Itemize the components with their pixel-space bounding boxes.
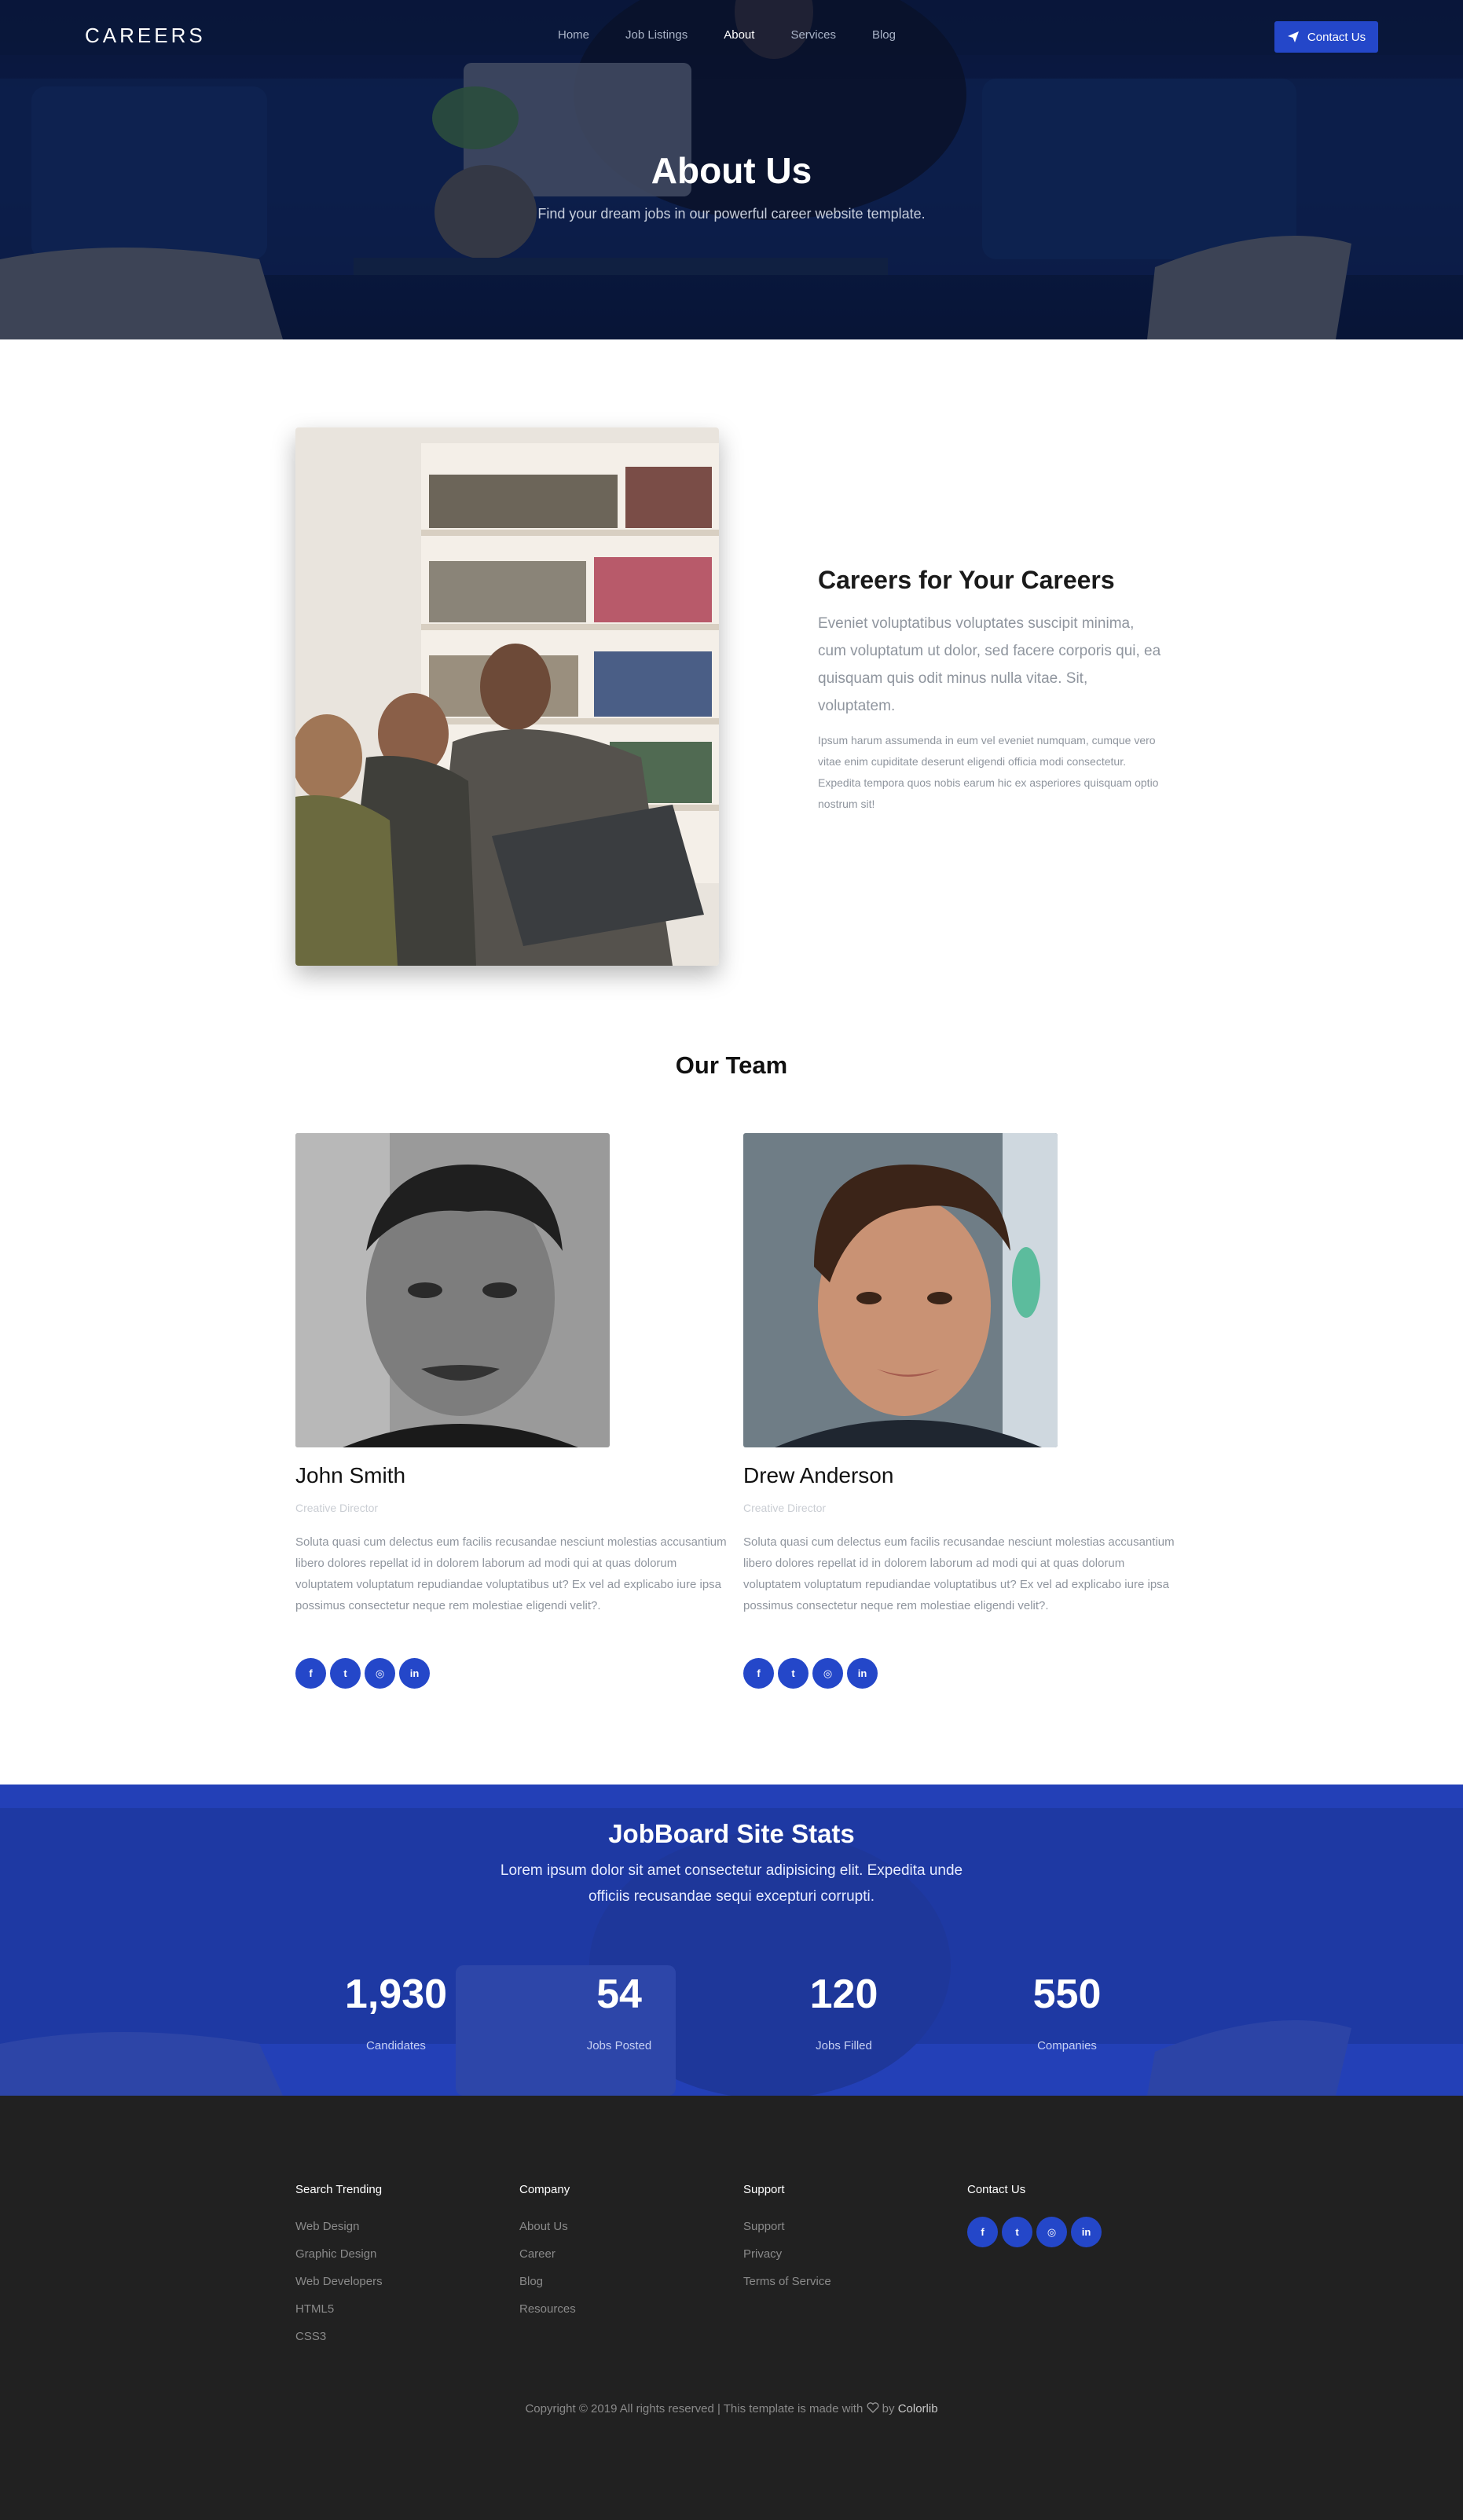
stat-companies-value: 550 <box>1032 1972 1102 2017</box>
twitter-icon[interactable]: t <box>778 1658 808 1689</box>
nav-item-blog[interactable]: Blog <box>872 28 896 42</box>
footer-link-career[interactable]: Career <box>519 2247 556 2261</box>
footer-column-title: Search Trending <box>295 2183 383 2196</box>
footer-link-resources[interactable]: Resources <box>519 2302 576 2316</box>
team-member-socials: f t ◎ in <box>295 1658 430 1689</box>
team-member-name: John Smith <box>295 1463 406 1487</box>
stat-jobs-posted-label: Jobs Posted <box>586 2039 652 2052</box>
twitter-icon[interactable]: t <box>1002 2217 1032 2247</box>
site-logo[interactable]: CAREERS <box>85 24 206 48</box>
footer-link-about-us[interactable]: About Us <box>519 2220 568 2233</box>
footer-link-css3[interactable]: CSS3 <box>295 2330 326 2343</box>
footer-link-support[interactable]: Support <box>743 2220 785 2233</box>
stat-companies-label: Companies <box>1037 2039 1097 2052</box>
footer-socials: f t ◎ in <box>967 2217 1102 2247</box>
page-title: About Us <box>651 150 812 191</box>
about-lead-text: Eveniet voluptatibus voluptates suscipit… <box>818 615 1161 714</box>
copyright-prefix: Copyright © 2019 All rights reserved | T… <box>525 2402 864 2415</box>
footer-column-title: Support <box>743 2183 785 2196</box>
footer-link-privacy[interactable]: Privacy <box>743 2247 782 2261</box>
nav-item-services[interactable]: Services <box>790 28 836 42</box>
team-member-photo <box>295 1133 610 1447</box>
footer-link-graphic-design[interactable]: Graphic Design <box>295 2247 376 2261</box>
footer-column-title: Company <box>519 2183 570 2196</box>
footer-link-blog[interactable]: Blog <box>519 2275 543 2288</box>
linkedin-icon[interactable]: in <box>847 1658 878 1689</box>
instagram-icon[interactable]: ◎ <box>365 1658 395 1689</box>
main-nav: Home Job Listings About Services Blog <box>558 28 932 42</box>
about-heading: Careers for Your Careers <box>818 566 1115 594</box>
nav-item-home[interactable]: Home <box>558 28 589 42</box>
heart-icon <box>867 2402 878 2413</box>
footer-column-title: Contact Us <box>967 2183 1026 2196</box>
team-member-bio: Soluta quasi cum delectus eum facilis re… <box>743 1535 1175 1612</box>
facebook-icon[interactable]: f <box>743 1658 774 1689</box>
team-member-photo <box>743 1133 1058 1447</box>
team-member-role: Creative Director <box>295 1502 379 1514</box>
stat-jobs-filled-label: Jobs Filled <box>816 2039 872 2052</box>
stats-heading: JobBoard Site Stats <box>608 1819 855 1848</box>
paper-plane-icon <box>1287 31 1299 42</box>
team-heading: Our Team <box>675 1051 788 1079</box>
footer-link-web-design[interactable]: Web Design <box>295 2220 359 2233</box>
contact-us-button[interactable]: Contact Us <box>1274 21 1378 53</box>
footer-link-html5[interactable]: HTML5 <box>295 2302 334 2316</box>
stat-jobs-posted-value: 54 <box>596 1972 642 2017</box>
site-footer <box>0 2096 1463 2520</box>
stat-candidates-value: 1,930 <box>344 1972 448 2017</box>
contact-us-label: Contact Us <box>1307 30 1366 44</box>
stat-candidates-label: Candidates <box>366 2039 426 2052</box>
team-member-name: Drew Anderson <box>743 1463 894 1487</box>
linkedin-icon[interactable]: in <box>1071 2217 1102 2247</box>
nav-item-job-listings[interactable]: Job Listings <box>625 28 688 42</box>
instagram-icon[interactable]: ◎ <box>812 1658 843 1689</box>
facebook-icon[interactable]: f <box>967 2217 998 2247</box>
stat-jobs-filled-value: 120 <box>809 1972 878 2017</box>
team-member-bio: Soluta quasi cum delectus eum facilis re… <box>295 1535 727 1612</box>
footer-link-terms-of-service[interactable]: Terms of Service <box>743 2275 831 2288</box>
team-member-socials: f t ◎ in <box>743 1658 878 1689</box>
colorlib-link[interactable]: Colorlib <box>898 2402 938 2415</box>
stats-description: Lorem ipsum dolor sit amet consectetur a… <box>500 1862 963 1905</box>
linkedin-icon[interactable]: in <box>399 1658 430 1689</box>
instagram-icon[interactable]: ◎ <box>1036 2217 1067 2247</box>
copyright-text: Copyright © 2019 All rights reserved | T… <box>0 2402 1463 2415</box>
about-body-text: Ipsum harum assumenda in eum vel eveniet… <box>818 734 1159 810</box>
footer-link-web-developers[interactable]: Web Developers <box>295 2275 383 2288</box>
facebook-icon[interactable]: f <box>295 1658 326 1689</box>
about-team-photo <box>295 427 719 966</box>
page-subtitle: Find your dream jobs in our powerful car… <box>537 206 926 222</box>
copyright-by: by <box>882 2402 895 2415</box>
twitter-icon[interactable]: t <box>330 1658 361 1689</box>
team-member-role: Creative Director <box>743 1502 827 1514</box>
nav-item-about[interactable]: About <box>724 28 754 42</box>
